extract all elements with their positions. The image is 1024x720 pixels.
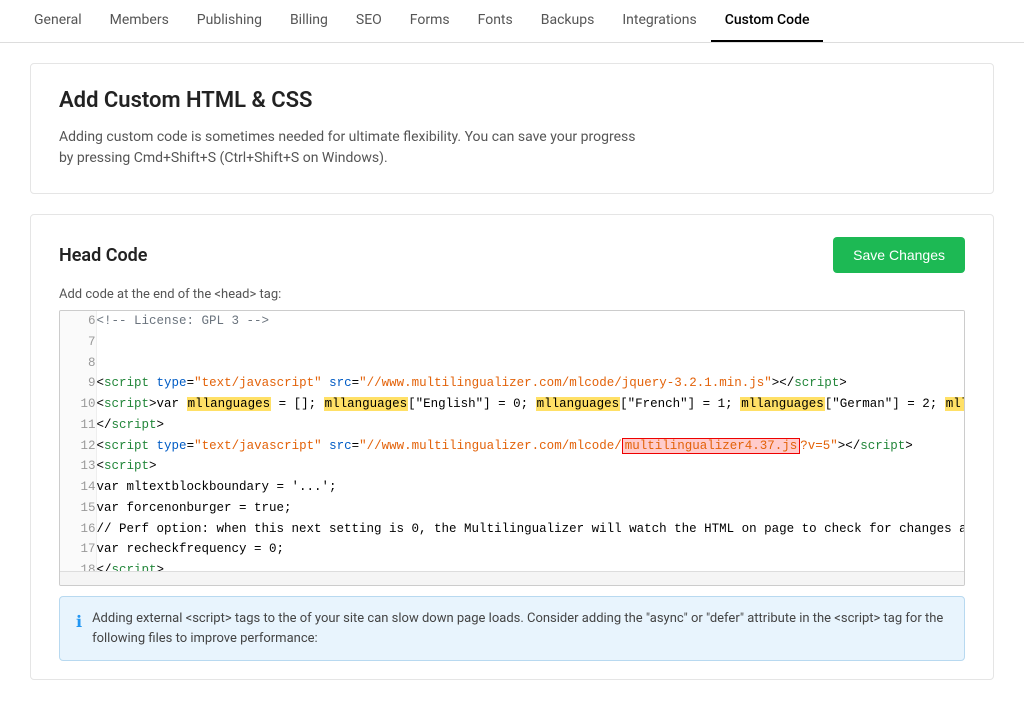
custom-html-desc: Adding custom code is sometimes needed f… bbox=[59, 127, 965, 169]
main-content: Add Custom HTML & CSS Adding custom code… bbox=[0, 43, 1024, 720]
nav-billing[interactable]: Billing bbox=[276, 0, 342, 42]
nav-forms[interactable]: Forms bbox=[396, 0, 464, 42]
nav-fonts[interactable]: Fonts bbox=[464, 0, 527, 42]
custom-html-card: Add Custom HTML & CSS Adding custom code… bbox=[30, 63, 994, 194]
code-line-16: 16 // Perf option: when this next settin… bbox=[60, 519, 964, 540]
nav-backups[interactable]: Backups bbox=[527, 0, 609, 42]
nav-seo[interactable]: SEO bbox=[342, 0, 396, 42]
nav-members[interactable]: Members bbox=[96, 0, 183, 42]
head-code-section: Head Code Save Changes Add code at the e… bbox=[30, 214, 994, 680]
horizontal-scrollbar[interactable] bbox=[60, 571, 964, 585]
code-editor[interactable]: 6 <!-- License: GPL 3 --> 7 8 9 bbox=[59, 310, 965, 586]
code-line-17: 17 var recheckfrequency = 0; bbox=[60, 539, 964, 560]
head-code-title: Head Code bbox=[59, 245, 147, 266]
code-line-14: 14 var mltextblockboundary = '...'; bbox=[60, 477, 964, 498]
nav-publishing[interactable]: Publishing bbox=[183, 0, 276, 42]
info-icon: ℹ bbox=[76, 610, 82, 634]
code-editor-scroll[interactable]: 6 <!-- License: GPL 3 --> 7 8 9 bbox=[60, 311, 964, 571]
code-line-12: 12 <script type="text/javascript" src="/… bbox=[60, 436, 964, 457]
nav-custom-code[interactable]: Custom Code bbox=[711, 0, 824, 42]
nav-integrations[interactable]: Integrations bbox=[608, 0, 710, 42]
code-line-6: 6 <!-- License: GPL 3 --> bbox=[60, 311, 964, 332]
code-table: 6 <!-- License: GPL 3 --> 7 8 9 bbox=[60, 311, 964, 571]
save-changes-button[interactable]: Save Changes bbox=[833, 237, 965, 273]
code-line-9: 9 <script type="text/javascript" src="//… bbox=[60, 373, 964, 394]
code-line-15: 15 var forcenonburger = true; bbox=[60, 498, 964, 519]
add-code-label: Add code at the end of the <head> tag: bbox=[59, 287, 965, 302]
head-code-header: Head Code Save Changes bbox=[59, 237, 965, 273]
code-line-7: 7 bbox=[60, 332, 964, 353]
code-line-10: 10 <script>var mllanguages = []; mllangu… bbox=[60, 394, 964, 415]
info-text: Adding external <script> tags to the of … bbox=[92, 609, 948, 648]
custom-html-title: Add Custom HTML & CSS bbox=[59, 88, 965, 113]
code-line-11: 11 </script> bbox=[60, 415, 964, 436]
code-line-13: 13 <script> bbox=[60, 456, 964, 477]
info-box: ℹ Adding external <script> tags to the o… bbox=[59, 596, 965, 661]
code-line-8: 8 bbox=[60, 353, 964, 374]
top-nav: General Members Publishing Billing SEO F… bbox=[0, 0, 1024, 43]
code-line-18: 18 </script> bbox=[60, 560, 964, 571]
nav-general[interactable]: General bbox=[20, 0, 96, 42]
